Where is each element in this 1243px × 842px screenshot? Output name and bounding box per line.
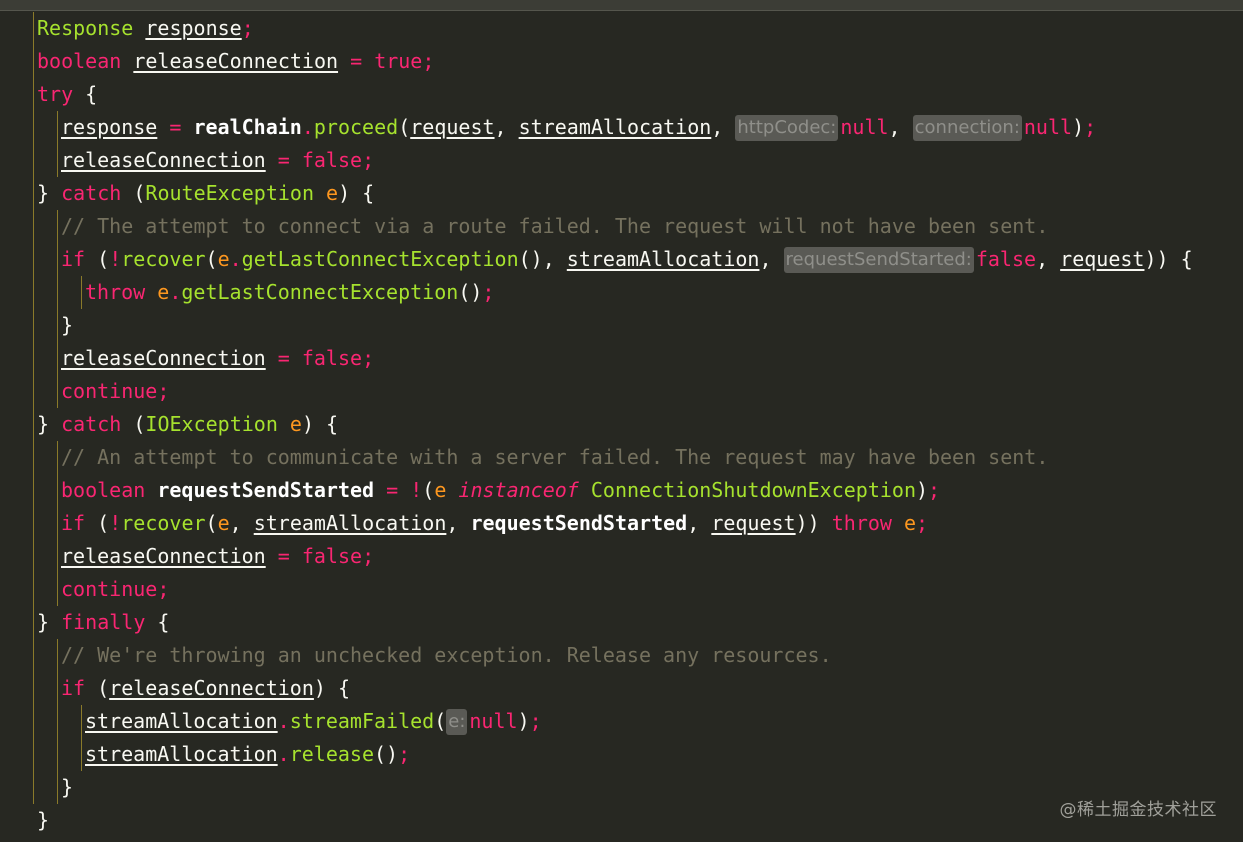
code-line: } xyxy=(0,309,1243,342)
code-line: streamAllocation.streamFailed(e: null); xyxy=(0,705,1243,738)
param-hint: e: xyxy=(446,709,468,735)
code-line: Response response; xyxy=(0,12,1243,45)
code-line: } catch (RouteException e) { xyxy=(0,177,1243,210)
code-line: releaseConnection = false; xyxy=(0,144,1243,177)
code-line: // We're throwing an unchecked exception… xyxy=(0,639,1243,672)
code-line: boolean releaseConnection = true; xyxy=(0,45,1243,78)
param-hint: requestSendStarted: xyxy=(783,247,974,273)
code-area[interactable]: Response response; boolean releaseConnec… xyxy=(0,12,1243,837)
code-line: if (releaseConnection) { xyxy=(0,672,1243,705)
editor-top-border xyxy=(0,0,1243,11)
code-line: streamAllocation.release(); xyxy=(0,738,1243,771)
code-line: if (!recover(e, streamAllocation, reques… xyxy=(0,507,1243,540)
param-hint: connection: xyxy=(912,115,1022,141)
code-line: releaseConnection = false; xyxy=(0,342,1243,375)
code-line: throw e.getLastConnectException(); xyxy=(0,276,1243,309)
code-line: try { xyxy=(0,78,1243,111)
code-line: continue; xyxy=(0,375,1243,408)
code-line: } finally { xyxy=(0,606,1243,639)
param-hint: httpCodec: xyxy=(735,115,839,141)
code-line: response = realChain.proceed(request, st… xyxy=(0,111,1243,144)
code-line: continue; xyxy=(0,573,1243,606)
code-line: } catch (IOException e) { xyxy=(0,408,1243,441)
code-editor[interactable]: Response response; boolean releaseConnec… xyxy=(0,0,1243,842)
code-line: // The attempt to connect via a route fa… xyxy=(0,210,1243,243)
code-line: boolean requestSendStarted = !(e instanc… xyxy=(0,474,1243,507)
code-line: } xyxy=(37,808,50,832)
code-line: } xyxy=(0,771,1243,804)
code-line: // An attempt to communicate with a serv… xyxy=(0,441,1243,474)
code-line: if (!recover(e.getLastConnectException()… xyxy=(0,243,1243,276)
watermark: @稀土掘金技术社区 xyxy=(1059,800,1217,820)
code-line: releaseConnection = false; xyxy=(0,540,1243,573)
